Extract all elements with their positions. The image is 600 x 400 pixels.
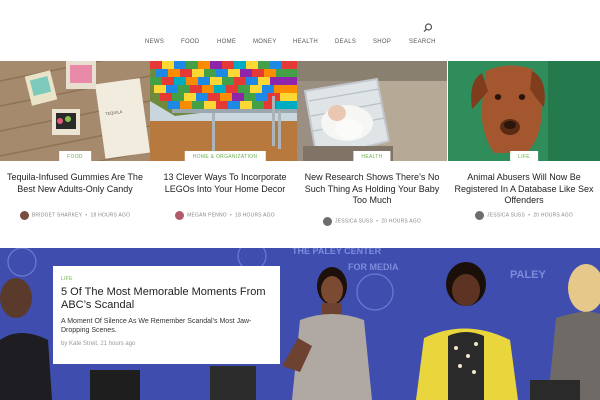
article-card[interactable]: HOME & ORGANIZATION 13 Clever Ways To In… bbox=[150, 61, 300, 236]
nav-item-search[interactable]: SEARCH bbox=[409, 39, 436, 45]
article-thumbnail[interactable] bbox=[297, 61, 447, 161]
post-time: 18 HOURS AGO bbox=[235, 212, 275, 219]
article-title[interactable]: Animal Abusers Will Now Be Registered In… bbox=[452, 172, 596, 207]
nav-item-news[interactable]: NEWS bbox=[145, 39, 164, 45]
author-avatar bbox=[475, 211, 485, 220]
article-grid: TEQUILA FOOD Tequila-Infused Gummies Are… bbox=[0, 61, 600, 236]
article-card[interactable]: TEQUILA FOOD Tequila-Infused Gummies Are… bbox=[0, 61, 150, 236]
svg-text:FOR MEDIA: FOR MEDIA bbox=[348, 262, 399, 272]
category-badge[interactable]: FOOD bbox=[59, 151, 91, 163]
nav-item-home[interactable]: HOME bbox=[217, 39, 236, 45]
nav-item-shop[interactable]: SHOP bbox=[373, 39, 391, 45]
article-title[interactable]: Tequila-Infused Gummies Are The Best New… bbox=[4, 172, 146, 195]
svg-text:THE PALEY CENTER: THE PALEY CENTER bbox=[292, 248, 382, 256]
article-byline: JESSICA SUSS • 20 HOURS AGO bbox=[297, 217, 447, 227]
post-time: 18 HOURS AGO bbox=[90, 212, 131, 219]
svg-text:PALEY: PALEY bbox=[510, 269, 547, 281]
featured-hero[interactable]: THE PALEY CENTER FOR MEDIA PALEY LIFE 5 … bbox=[0, 248, 600, 400]
category-badge[interactable]: HEALTH bbox=[353, 151, 391, 163]
hero-article-card[interactable]: LIFE 5 Of The Most Memorable Moments Fro… bbox=[53, 266, 280, 364]
author-avatar bbox=[175, 211, 185, 220]
article-title[interactable]: 13 Clever Ways To Incorporate LEGOs Into… bbox=[154, 172, 296, 195]
nav-item-food[interactable]: FOOD bbox=[181, 39, 200, 45]
category-badge[interactable]: LIFE bbox=[510, 151, 538, 163]
nav-item-health[interactable]: HEALTH bbox=[293, 39, 318, 45]
article-thumbnail[interactable] bbox=[150, 61, 300, 161]
author-name[interactable]: JESSICA SUSS bbox=[487, 213, 525, 219]
author-name[interactable]: MEGAN PENNO bbox=[187, 213, 227, 219]
article-title[interactable]: New Research Shows There’s No Such Thing… bbox=[301, 172, 443, 207]
nav-item-money[interactable]: MONEY bbox=[253, 39, 277, 45]
article-card[interactable]: HEALTH New Research Shows There’s No Suc… bbox=[297, 61, 447, 236]
hero-subtitle: A Moment Of Silence As We Remember Scand… bbox=[61, 318, 252, 334]
category-badge[interactable]: LIFE bbox=[61, 276, 272, 282]
article-byline: JESSICA SUSS • 20 HOURS AGO bbox=[448, 211, 600, 221]
site-header: NEWS FOOD HOME MONEY HEALTH DEALS SHOP S… bbox=[0, 0, 600, 60]
author-name[interactable]: JESSICA SUSS bbox=[335, 219, 373, 225]
hero-title[interactable]: 5 Of The Most Memorable Moments From ABC… bbox=[61, 286, 272, 311]
author-avatar bbox=[323, 217, 333, 226]
post-time: 20 HOURS AGO bbox=[381, 218, 421, 225]
nav-item-deals[interactable]: DEALS bbox=[335, 39, 356, 45]
hero-byline: by Kate Streit, 21 hours ago bbox=[61, 341, 136, 347]
article-byline: MEGAN PENNO • 18 HOURS AGO bbox=[150, 211, 300, 221]
article-byline: BRIDGET SHARKEY • 18 HOURS AGO bbox=[0, 211, 150, 221]
post-time: 20 HOURS AGO bbox=[533, 212, 573, 219]
main-nav: NEWS FOOD HOME MONEY HEALTH DEALS SHOP S… bbox=[0, 39, 600, 49]
article-thumbnail[interactable] bbox=[448, 61, 600, 161]
search-icon[interactable] bbox=[422, 22, 434, 34]
author-avatar bbox=[19, 211, 29, 220]
category-badge[interactable]: HOME & ORGANIZATION bbox=[184, 151, 266, 163]
article-card[interactable]: LIFE Animal Abusers Will Now Be Register… bbox=[448, 61, 600, 236]
author-name[interactable]: BRIDGET SHARKEY bbox=[32, 213, 82, 219]
article-thumbnail[interactable]: TEQUILA bbox=[0, 61, 150, 161]
